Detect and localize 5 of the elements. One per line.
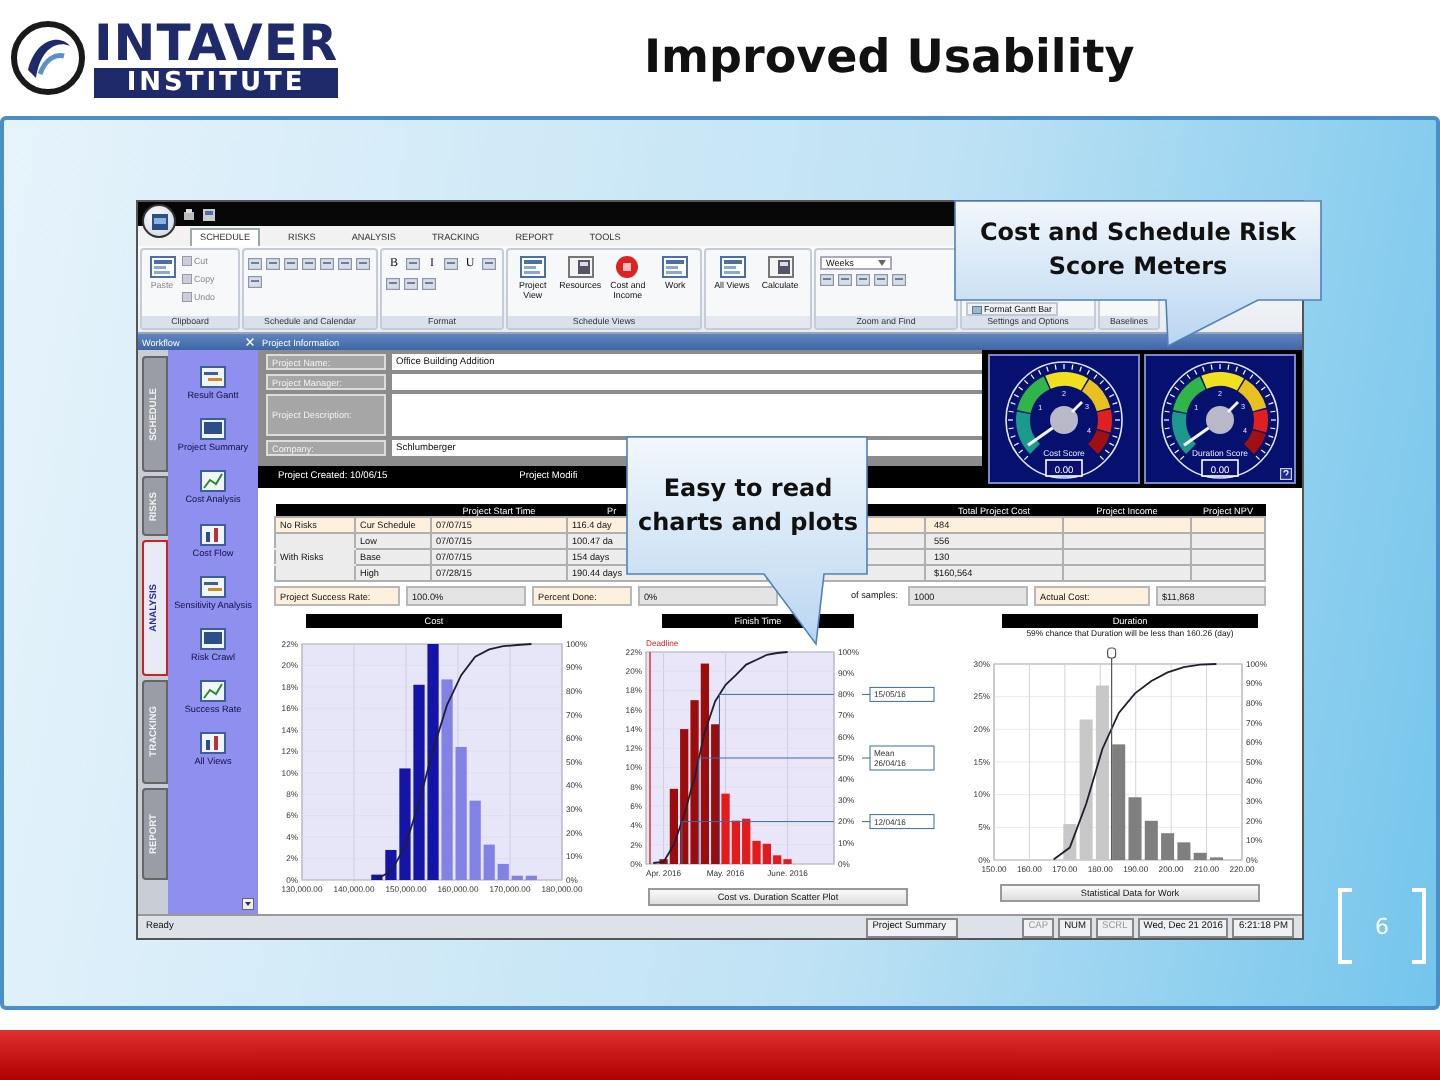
logo-wordmark: INTAVER [94, 18, 339, 68]
logo-subtitle: INSTITUTE [94, 68, 339, 98]
slide-title: Improved Usability [644, 32, 1135, 84]
callout-text: Cost and Schedule Risk Score Meters [978, 216, 1298, 284]
page-number: 6 [1375, 913, 1389, 939]
